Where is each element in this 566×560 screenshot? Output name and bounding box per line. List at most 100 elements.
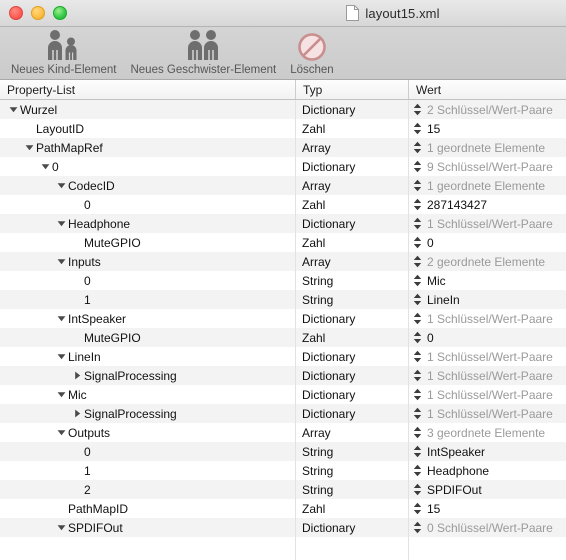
type-stepper-icon[interactable] bbox=[413, 407, 422, 420]
table-row[interactable]: 2 String SPDIFOut bbox=[0, 480, 566, 499]
cell-value[interactable]: 2 geordnete Elemente bbox=[408, 252, 566, 271]
table-row[interactable]: 0 Zahl 287143427 bbox=[0, 195, 566, 214]
cell-property-name[interactable]: 0 bbox=[0, 442, 295, 461]
type-stepper-icon[interactable] bbox=[413, 274, 422, 287]
table-row[interactable]: LineIn Dictionary 1 Schlüssel/Wert-Paare bbox=[0, 347, 566, 366]
cell-type[interactable]: Dictionary bbox=[295, 347, 408, 366]
cell-type[interactable]: String bbox=[295, 290, 408, 309]
cell-property-name[interactable]: Headphone bbox=[0, 214, 295, 233]
cell-value[interactable]: IntSpeaker bbox=[408, 442, 566, 461]
cell-value[interactable]: 9 Schlüssel/Wert-Paare bbox=[408, 157, 566, 176]
column-header-property-list[interactable]: Property-List bbox=[0, 80, 295, 99]
cell-property-name[interactable]: Outputs bbox=[0, 423, 295, 442]
type-stepper-icon[interactable] bbox=[413, 179, 422, 192]
type-stepper-icon[interactable] bbox=[413, 388, 422, 401]
type-stepper-icon[interactable] bbox=[413, 293, 422, 306]
cell-property-name[interactable]: MuteGPIO bbox=[0, 233, 295, 252]
cell-value[interactable]: 1 Schlüssel/Wert-Paare bbox=[408, 214, 566, 233]
disclosure-triangle-expanded-icon[interactable] bbox=[24, 142, 35, 153]
cell-type[interactable]: Dictionary bbox=[295, 157, 408, 176]
disclosure-triangle-expanded-icon[interactable] bbox=[56, 313, 67, 324]
disclosure-triangle-expanded-icon[interactable] bbox=[56, 427, 67, 438]
cell-property-name[interactable]: PathMapRef bbox=[0, 138, 295, 157]
cell-value[interactable]: 1 geordnete Elemente bbox=[408, 176, 566, 195]
type-stepper-icon[interactable] bbox=[413, 141, 422, 154]
cell-property-name[interactable]: MuteGPIO bbox=[0, 328, 295, 347]
disclosure-triangle-expanded-icon[interactable] bbox=[40, 161, 51, 172]
table-row[interactable]: MuteGPIO Zahl 0 bbox=[0, 328, 566, 347]
type-stepper-icon[interactable] bbox=[413, 255, 422, 268]
table-row[interactable]: Inputs Array 2 geordnete Elemente bbox=[0, 252, 566, 271]
table-row[interactable]: Mic Dictionary 1 Schlüssel/Wert-Paare bbox=[0, 385, 566, 404]
delete-button[interactable]: Löschen bbox=[283, 29, 340, 79]
cell-value[interactable]: Mic bbox=[408, 271, 566, 290]
cell-property-name[interactable]: SignalProcessing bbox=[0, 366, 295, 385]
new-child-element-button[interactable]: Neues Kind-Element bbox=[4, 29, 123, 79]
type-stepper-icon[interactable] bbox=[413, 445, 422, 458]
disclosure-triangle-expanded-icon[interactable] bbox=[56, 389, 67, 400]
cell-value[interactable]: LineIn bbox=[408, 290, 566, 309]
table-row[interactable]: SPDIFOut Dictionary 0 Schlüssel/Wert-Paare bbox=[0, 518, 566, 537]
cell-value[interactable]: Headphone bbox=[408, 461, 566, 480]
cell-property-name[interactable]: Wurzel bbox=[0, 100, 295, 119]
disclosure-triangle-expanded-icon[interactable] bbox=[56, 180, 67, 191]
disclosure-triangle-expanded-icon[interactable] bbox=[8, 104, 19, 115]
cell-value[interactable]: 15 bbox=[408, 119, 566, 138]
cell-value[interactable]: 1 Schlüssel/Wert-Paare bbox=[408, 385, 566, 404]
cell-value[interactable]: 1 Schlüssel/Wert-Paare bbox=[408, 366, 566, 385]
cell-property-name[interactable]: Inputs bbox=[0, 252, 295, 271]
cell-type[interactable]: Dictionary bbox=[295, 385, 408, 404]
disclosure-triangle-collapsed-icon[interactable] bbox=[72, 370, 83, 381]
cell-value[interactable]: 0 bbox=[408, 328, 566, 347]
table-row[interactable]: PathMapID Zahl 15 bbox=[0, 499, 566, 518]
cell-type[interactable]: String bbox=[295, 271, 408, 290]
cell-property-name[interactable]: Mic bbox=[0, 385, 295, 404]
cell-property-name[interactable]: PathMapID bbox=[0, 499, 295, 518]
type-stepper-icon[interactable] bbox=[413, 426, 422, 439]
type-stepper-icon[interactable] bbox=[413, 369, 422, 382]
table-row[interactable]: SignalProcessing Dictionary 1 Schlüssel/We… bbox=[0, 366, 566, 385]
cell-type[interactable]: Array bbox=[295, 252, 408, 271]
cell-property-name[interactable]: 2 bbox=[0, 480, 295, 499]
close-button[interactable] bbox=[9, 6, 23, 20]
type-stepper-icon[interactable] bbox=[413, 122, 422, 135]
cell-value[interactable]: 287143427 bbox=[408, 195, 566, 214]
cell-value[interactable]: 1 Schlüssel/Wert-Paare bbox=[408, 347, 566, 366]
disclosure-triangle-expanded-icon[interactable] bbox=[56, 256, 67, 267]
table-row[interactable]: Wurzel Dictionary 2 Schlüssel/Wert-Paare bbox=[0, 100, 566, 119]
cell-property-name[interactable]: 0 bbox=[0, 271, 295, 290]
cell-property-name[interactable]: 0 bbox=[0, 157, 295, 176]
cell-value[interactable]: 1 Schlüssel/Wert-Paare bbox=[408, 309, 566, 328]
cell-value[interactable]: 1 Schlüssel/Wert-Paare bbox=[408, 404, 566, 423]
property-list-table[interactable]: Wurzel Dictionary 2 Schlüssel/Wert-Paare La… bbox=[0, 100, 566, 560]
table-row[interactable]: 0 String Mic bbox=[0, 271, 566, 290]
type-stepper-icon[interactable] bbox=[413, 464, 422, 477]
table-row[interactable]: MuteGPIO Zahl 0 bbox=[0, 233, 566, 252]
table-row[interactable]: 1 String Headphone bbox=[0, 461, 566, 480]
table-row[interactable]: IntSpeaker Dictionary 1 Schlüssel/Wert-Paa… bbox=[0, 309, 566, 328]
type-stepper-icon[interactable] bbox=[413, 483, 422, 496]
cell-property-name[interactable]: IntSpeaker bbox=[0, 309, 295, 328]
disclosure-triangle-expanded-icon[interactable] bbox=[56, 522, 67, 533]
table-row[interactable]: 0 Dictionary 9 Schlüssel/Wert-Paare bbox=[0, 157, 566, 176]
type-stepper-icon[interactable] bbox=[413, 331, 422, 344]
table-row[interactable]: PathMapRef Array 1 geordnete Elemente bbox=[0, 138, 566, 157]
cell-type[interactable]: Dictionary bbox=[295, 309, 408, 328]
type-stepper-icon[interactable] bbox=[413, 198, 422, 211]
cell-property-name[interactable]: 1 bbox=[0, 461, 295, 480]
cell-value[interactable]: 0 bbox=[408, 233, 566, 252]
cell-value[interactable]: 1 geordnete Elemente bbox=[408, 138, 566, 157]
cell-type[interactable]: Array bbox=[295, 138, 408, 157]
cell-type[interactable]: Zahl bbox=[295, 328, 408, 347]
cell-type[interactable]: Dictionary bbox=[295, 214, 408, 233]
cell-type[interactable]: Zahl bbox=[295, 119, 408, 138]
disclosure-triangle-collapsed-icon[interactable] bbox=[72, 408, 83, 419]
type-stepper-icon[interactable] bbox=[413, 521, 422, 534]
disclosure-triangle-expanded-icon[interactable] bbox=[56, 351, 67, 362]
cell-property-name[interactable]: SignalProcessing bbox=[0, 404, 295, 423]
table-row[interactable]: Headphone Dictionary 1 Schlüssel/Wert-Paar… bbox=[0, 214, 566, 233]
type-stepper-icon[interactable] bbox=[413, 217, 422, 230]
cell-type[interactable]: Zahl bbox=[295, 233, 408, 252]
cell-type[interactable]: String bbox=[295, 480, 408, 499]
cell-property-name[interactable]: 1 bbox=[0, 290, 295, 309]
